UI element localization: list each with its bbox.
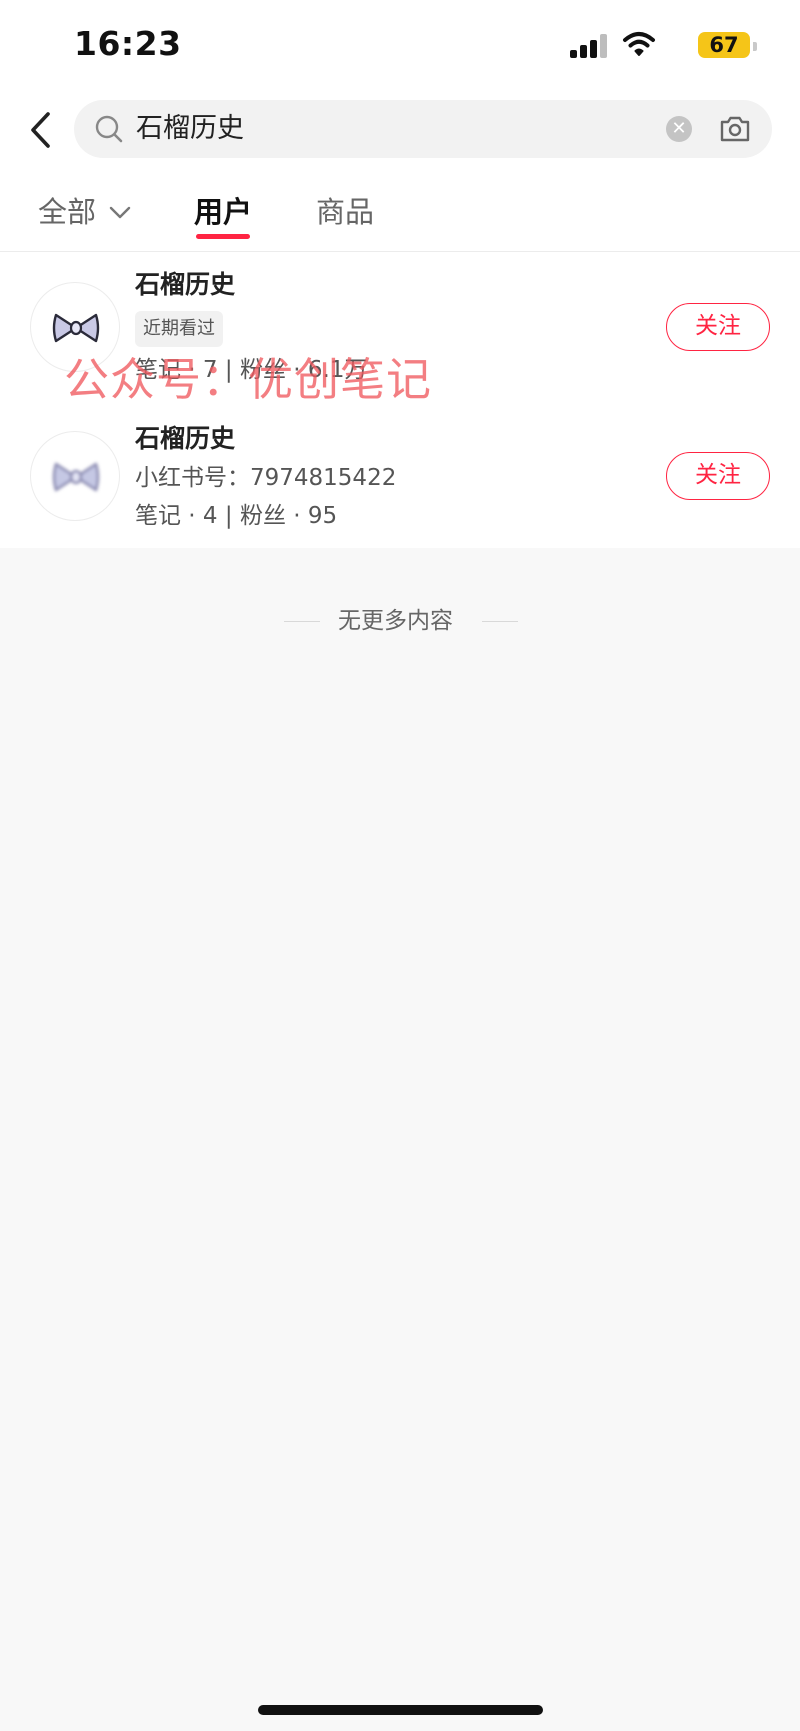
user-name[interactable]: 石榴历史	[135, 422, 235, 456]
user-stats: 笔记 · 4 | 粉丝 · 95	[135, 503, 338, 529]
divider-line	[482, 621, 518, 622]
follow-button[interactable]: 关注	[666, 452, 770, 500]
recently-viewed-badge: 近期看过	[135, 311, 223, 347]
wifi-icon	[623, 32, 655, 56]
battery-level: 67	[709, 33, 739, 57]
back-arrow-icon[interactable]	[24, 108, 58, 152]
battery-icon: 67	[698, 32, 757, 58]
tab-goods[interactable]: 商品	[316, 192, 374, 232]
divider-line	[284, 621, 320, 622]
search-icon	[95, 115, 123, 143]
tab-divider	[0, 251, 800, 252]
status-time: 16:23	[74, 24, 182, 63]
camera-icon[interactable]	[718, 112, 752, 146]
follow-button[interactable]: 关注	[666, 303, 770, 351]
home-indicator[interactable]	[258, 1705, 543, 1715]
signal-icon	[570, 34, 610, 58]
no-more-content: 无更多内容	[338, 608, 453, 634]
bow-icon	[52, 313, 100, 343]
search-query: 石榴历史	[136, 113, 244, 144]
user-id: 小红书号：7974815422	[135, 465, 397, 491]
user-name[interactable]: 石榴历史	[135, 268, 235, 302]
bow-icon	[52, 462, 100, 492]
search-input[interactable]: 石榴历史 ✕	[74, 100, 772, 158]
chevron-down-icon[interactable]	[108, 200, 132, 224]
active-tab-indicator	[196, 234, 250, 239]
avatar[interactable]	[30, 431, 120, 521]
tab-all[interactable]: 全部	[38, 192, 96, 232]
tab-users[interactable]: 用户	[194, 192, 252, 232]
status-icons: 67	[550, 30, 757, 60]
watermark: 公众号：优创笔记	[64, 353, 433, 406]
clear-icon[interactable]: ✕	[666, 116, 692, 142]
